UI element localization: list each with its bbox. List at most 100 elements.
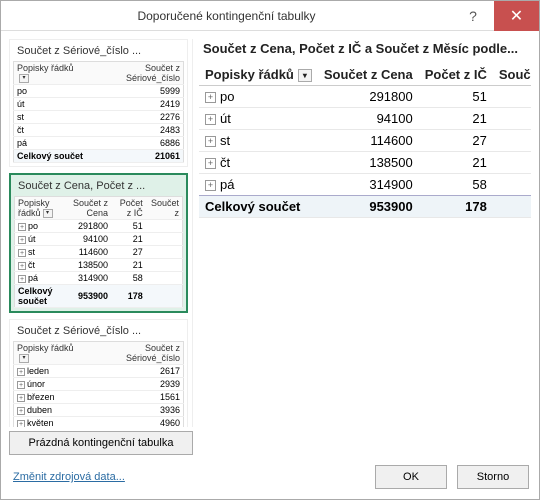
- table-row: +pá31490058: [199, 174, 531, 196]
- expand-icon[interactable]: +: [17, 420, 25, 427]
- recommendation-list[interactable]: Součet z Sériové_číslo ...Popisky řádků▾…: [9, 39, 193, 427]
- expand-icon[interactable]: +: [17, 394, 25, 402]
- expand-icon[interactable]: +: [205, 180, 216, 191]
- cell-extra: [493, 86, 531, 108]
- row-label[interactable]: +út: [199, 108, 318, 130]
- thumb-row: po5999: [14, 85, 184, 98]
- thumb-title: Součet z Sériové_číslo ...: [13, 323, 184, 341]
- expand-icon[interactable]: +: [18, 275, 26, 283]
- thumb-row-label: po: [14, 85, 88, 98]
- thumb-row-label: +st: [15, 246, 67, 259]
- thumb-cell: 291800: [66, 220, 111, 233]
- cell-ic: 51: [419, 86, 493, 108]
- thumb-row: +únor2939: [14, 378, 184, 391]
- thumb-row: +čt13850021: [15, 259, 183, 272]
- expand-icon[interactable]: +: [18, 223, 26, 231]
- thumb-cell: 2617: [87, 365, 183, 378]
- expand-icon[interactable]: +: [17, 368, 25, 376]
- expand-icon[interactable]: +: [18, 236, 26, 244]
- thumb-cell: 2939: [87, 378, 183, 391]
- thumb-total-cell: 178: [111, 285, 146, 308]
- thumb-row: st2276: [14, 111, 184, 124]
- thumb-total-row: Celkový součet21061: [14, 150, 184, 163]
- expand-icon[interactable]: +: [205, 136, 216, 147]
- thumb-cell: 2276: [87, 111, 183, 124]
- thumb-table: Popisky řádků▾Součet z CenaPočet z IČSou…: [14, 196, 183, 308]
- preview-title: Součet z Cena, Počet z IČ a Součet z Měs…: [199, 39, 531, 64]
- row-label[interactable]: +pá: [199, 174, 318, 196]
- thumb-cell: [146, 259, 183, 272]
- thumb-total-row: Celkový součet953900178: [15, 285, 183, 308]
- recommendation-thumb[interactable]: Součet z Sériové_číslo ...Popisky řádků▾…: [9, 39, 188, 167]
- ok-button[interactable]: OK: [375, 465, 447, 489]
- expand-icon[interactable]: +: [17, 381, 25, 389]
- thumb-row: pá6886: [14, 137, 184, 150]
- expand-icon[interactable]: +: [205, 92, 216, 103]
- close-button[interactable]: ✕: [494, 1, 539, 31]
- thumb-col-header: Součet z Sériové_číslo: [87, 342, 183, 365]
- thumb-title: Součet z Sériové_číslo ...: [13, 43, 184, 61]
- chevron-down-icon[interactable]: ▾: [298, 69, 312, 82]
- thumb-cell: 21: [111, 259, 146, 272]
- row-label[interactable]: +st: [199, 130, 318, 152]
- cell-extra: [493, 152, 531, 174]
- thumb-table: Popisky řádků▾Součet z Sériové_číslopo59…: [13, 61, 184, 163]
- chevron-down-icon[interactable]: ▾: [19, 354, 29, 363]
- cancel-button[interactable]: Storno: [457, 465, 529, 489]
- thumb-row-label: +leden: [14, 365, 88, 378]
- thumb-cell: 138500: [66, 259, 111, 272]
- dialog-body: Součet z Sériové_číslo ...Popisky řádků▾…: [1, 31, 539, 459]
- thumb-row-label: +po: [15, 220, 67, 233]
- thumb-row-label: +út: [15, 233, 67, 246]
- change-source-link[interactable]: Změnit zdrojová data...: [13, 471, 125, 483]
- expand-icon[interactable]: +: [205, 114, 216, 125]
- thumb-row: čt2483: [14, 124, 184, 137]
- thumb-row-label: +únor: [14, 378, 88, 391]
- thumb-row: +pá31490058: [15, 272, 183, 285]
- chevron-down-icon[interactable]: ▾: [43, 209, 53, 218]
- cell-ic: 21: [419, 108, 493, 130]
- thumb-col-header: Součet z: [146, 197, 183, 220]
- titlebar: Doporučené kontingenční tabulky ? ✕: [1, 1, 539, 31]
- thumb-cell: 2483: [87, 124, 183, 137]
- thumb-cell: 114600: [66, 246, 111, 259]
- cell-extra: [493, 108, 531, 130]
- thumb-row: +duben3936: [14, 404, 184, 417]
- thumb-row-label: +duben: [14, 404, 88, 417]
- thumb-col-header: Součet z Cena: [66, 197, 111, 220]
- thumb-row-label: st: [14, 111, 88, 124]
- thumb-cell: 27: [111, 246, 146, 259]
- col-header-rows[interactable]: Popisky řádků▾: [199, 64, 318, 86]
- thumb-cell: 51: [111, 220, 146, 233]
- expand-icon[interactable]: +: [18, 249, 26, 257]
- thumb-row: +leden2617: [14, 365, 184, 378]
- total-row: Celkový součet953900178: [199, 196, 531, 218]
- thumb-row-label: út: [14, 98, 88, 111]
- table-row: +út9410021: [199, 108, 531, 130]
- row-label[interactable]: +čt: [199, 152, 318, 174]
- thumb-total-label: Celkový součet: [14, 150, 88, 163]
- thumb-row: +po29180051: [15, 220, 183, 233]
- thumb-title: Součet z Cena, Počet z ...: [14, 178, 183, 196]
- col-header-extra: Součet: [493, 64, 531, 86]
- row-label[interactable]: +po: [199, 86, 318, 108]
- total-extra: [493, 196, 531, 218]
- cell-cena: 114600: [318, 130, 419, 152]
- blank-pivot-button[interactable]: Prázdná kontingenční tabulka: [9, 431, 193, 455]
- recommendation-thumb[interactable]: Součet z Cena, Počet z ...Popisky řádků▾…: [9, 173, 188, 313]
- thumb-row-label: +čt: [15, 259, 67, 272]
- help-button[interactable]: ?: [452, 1, 494, 31]
- thumb-row: +květen4960: [14, 417, 184, 427]
- thumb-row-label: +pá: [15, 272, 67, 285]
- col-header-ic: Počet z IČ: [419, 64, 493, 86]
- total-ic: 178: [419, 196, 493, 218]
- dialog-footer: Změnit zdrojová data... OK Storno: [1, 459, 539, 499]
- expand-icon[interactable]: +: [205, 158, 216, 169]
- expand-icon[interactable]: +: [17, 407, 25, 415]
- recommendation-thumb[interactable]: Součet z Sériové_číslo ...Popisky řádků▾…: [9, 319, 188, 427]
- recommended-pivot-dialog: Doporučené kontingenční tabulky ? ✕ Souč…: [0, 0, 540, 500]
- expand-icon[interactable]: +: [18, 262, 26, 270]
- chevron-down-icon[interactable]: ▾: [19, 74, 29, 83]
- thumb-row-label: pá: [14, 137, 88, 150]
- thumb-total-cell: [146, 285, 183, 308]
